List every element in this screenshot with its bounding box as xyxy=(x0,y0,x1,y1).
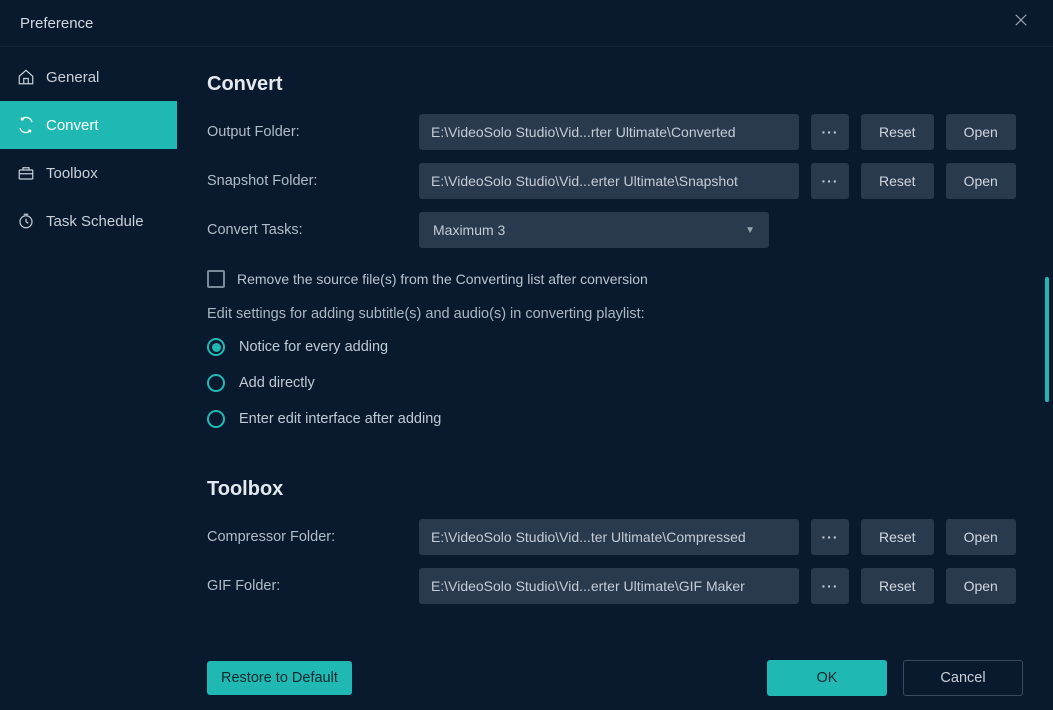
sidebar-item-toolbox[interactable]: Toolbox xyxy=(0,149,177,197)
toolbox-icon xyxy=(16,163,36,183)
sidebar-item-label: General xyxy=(46,69,99,86)
snapshot-folder-browse-button[interactable]: ··· xyxy=(811,163,849,199)
ok-button[interactable]: OK xyxy=(767,660,887,696)
gif-folder-reset-button[interactable]: Reset xyxy=(861,568,934,604)
output-folder-path[interactable]: E:\VideoSolo Studio\Vid...rter Ultimate\… xyxy=(419,114,799,150)
output-folder-open-button[interactable]: Open xyxy=(946,114,1016,150)
footer-bar: Restore to Default OK Cancel xyxy=(177,646,1053,710)
gif-folder-browse-button[interactable]: ··· xyxy=(811,568,849,604)
gif-folder-path[interactable]: E:\VideoSolo Studio\Vid...erter Ultimate… xyxy=(419,568,799,604)
output-folder-row: Output Folder: E:\VideoSolo Studio\Vid..… xyxy=(207,114,1023,150)
sidebar-item-label: Toolbox xyxy=(46,165,98,182)
output-folder-reset-button[interactable]: Reset xyxy=(861,114,934,150)
gif-folder-label: GIF Folder: xyxy=(207,578,419,594)
radio-button[interactable] xyxy=(207,338,225,356)
snapshot-folder-reset-button[interactable]: Reset xyxy=(861,163,934,199)
radio-button[interactable] xyxy=(207,410,225,428)
output-folder-label: Output Folder: xyxy=(207,124,419,140)
snapshot-folder-open-button[interactable]: Open xyxy=(946,163,1016,199)
remove-source-checkbox[interactable] xyxy=(207,270,225,288)
home-icon xyxy=(16,67,36,87)
chevron-down-icon: ▼ xyxy=(745,225,755,236)
scrollbar-thumb[interactable] xyxy=(1045,277,1049,402)
compressor-folder-label: Compressor Folder: xyxy=(207,529,419,545)
compressor-folder-open-button[interactable]: Open xyxy=(946,519,1016,555)
radio-label: Notice for every adding xyxy=(239,339,388,355)
output-folder-browse-button[interactable]: ··· xyxy=(811,114,849,150)
cancel-button[interactable]: Cancel xyxy=(903,660,1023,696)
compressor-folder-browse-button[interactable]: ··· xyxy=(811,519,849,555)
radio-button[interactable] xyxy=(207,374,225,392)
remove-source-label: Remove the source file(s) from the Conve… xyxy=(237,271,648,287)
radio-label: Enter edit interface after adding xyxy=(239,411,441,427)
convert-tasks-label: Convert Tasks: xyxy=(207,222,419,238)
window-title: Preference xyxy=(20,15,93,32)
sidebar: General Convert Toolbox Task Schedule xyxy=(0,47,177,710)
snapshot-folder-label: Snapshot Folder: xyxy=(207,173,419,189)
convert-tasks-row: Convert Tasks: Maximum 3 ▼ xyxy=(207,212,1023,248)
restore-default-button[interactable]: Restore to Default xyxy=(207,661,352,695)
snapshot-folder-row: Snapshot Folder: E:\VideoSolo Studio\Vid… xyxy=(207,163,1023,199)
gif-folder-row: GIF Folder: E:\VideoSolo Studio\Vid...er… xyxy=(207,568,1023,604)
remove-source-checkbox-row[interactable]: Remove the source file(s) from the Conve… xyxy=(207,270,1023,288)
compressor-folder-path[interactable]: E:\VideoSolo Studio\Vid...ter Ultimate\C… xyxy=(419,519,799,555)
snapshot-folder-path[interactable]: E:\VideoSolo Studio\Vid...erter Ultimate… xyxy=(419,163,799,199)
main-content: Convert Output Folder: E:\VideoSolo Stud… xyxy=(177,47,1053,710)
clock-icon xyxy=(16,211,36,231)
convert-tasks-select[interactable]: Maximum 3 ▼ xyxy=(419,212,769,248)
sidebar-item-label: Task Schedule xyxy=(46,213,144,230)
close-button[interactable] xyxy=(1009,11,1033,35)
convert-tasks-value: Maximum 3 xyxy=(433,222,505,238)
compressor-folder-reset-button[interactable]: Reset xyxy=(861,519,934,555)
close-icon xyxy=(1012,11,1030,35)
gif-folder-open-button[interactable]: Open xyxy=(946,568,1016,604)
radio-notice-every-adding[interactable]: Notice for every adding xyxy=(207,338,1023,356)
radio-label: Add directly xyxy=(239,375,315,391)
edit-settings-caption: Edit settings for adding subtitle(s) and… xyxy=(207,306,1023,322)
sidebar-item-task-schedule[interactable]: Task Schedule xyxy=(0,197,177,245)
section-heading-convert: Convert xyxy=(207,73,1023,96)
sidebar-item-general[interactable]: General xyxy=(0,53,177,101)
radio-add-directly[interactable]: Add directly xyxy=(207,374,1023,392)
section-heading-toolbox: Toolbox xyxy=(207,478,1023,501)
radio-enter-edit-interface[interactable]: Enter edit interface after adding xyxy=(207,410,1023,428)
compressor-folder-row: Compressor Folder: E:\VideoSolo Studio\V… xyxy=(207,519,1023,555)
convert-icon xyxy=(16,115,36,135)
sidebar-item-convert[interactable]: Convert xyxy=(0,101,177,149)
title-bar: Preference xyxy=(0,0,1053,47)
sidebar-item-label: Convert xyxy=(46,117,99,134)
